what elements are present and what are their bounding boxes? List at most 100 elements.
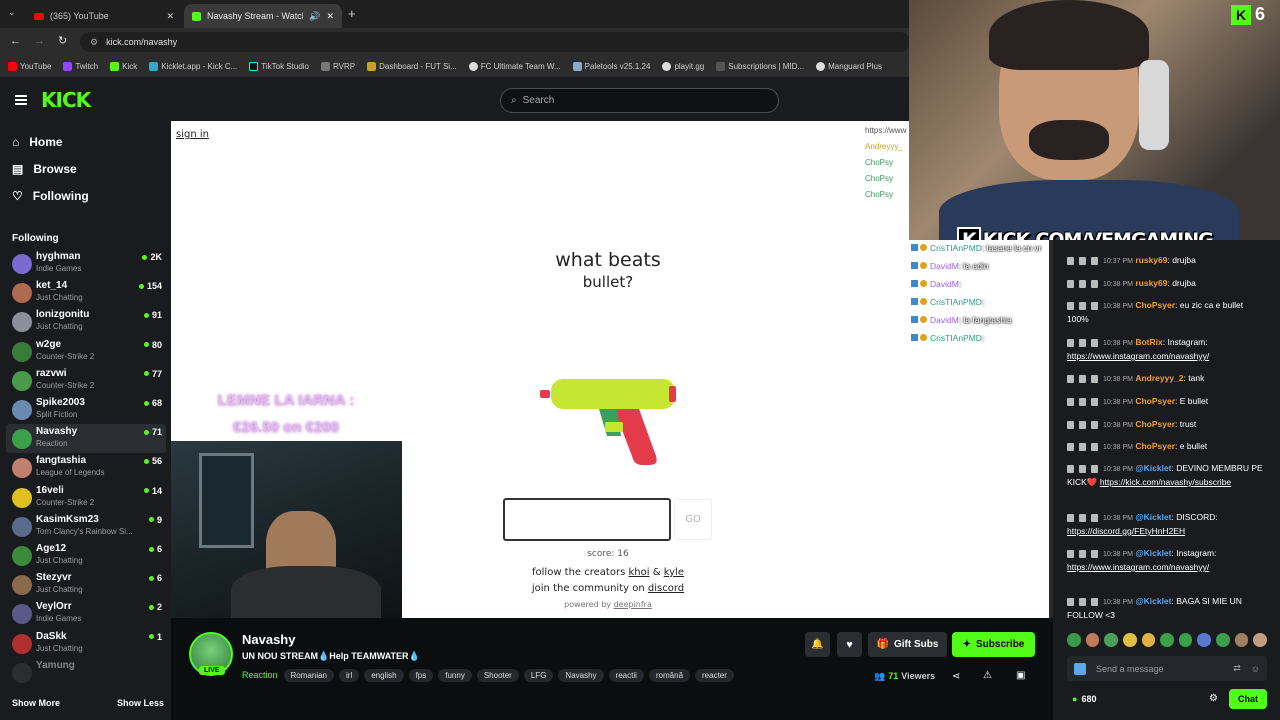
emote-icon[interactable] <box>1085 633 1100 647</box>
ban-icon[interactable] <box>1091 549 1098 558</box>
chat-user[interactable]: ChoPsyer <box>1135 300 1175 310</box>
timeout-icon[interactable] <box>1079 549 1086 558</box>
bookmark-youtube[interactable]: YouTube <box>8 62 51 71</box>
ban-icon[interactable] <box>1091 420 1098 429</box>
sidebar-channel[interactable]: razvwi Counter-Strike 2 77 <box>6 366 166 395</box>
bookmark-subscriptions[interactable]: Subscriptions | MID... <box>716 62 804 71</box>
settings-icon[interactable]: ⚙ <box>1209 693 1218 704</box>
answer-input[interactable] <box>503 498 671 541</box>
emote-icon[interactable] <box>1067 633 1081 647</box>
new-tab-button[interactable]: + <box>348 6 356 21</box>
delete-icon[interactable] <box>1067 442 1074 451</box>
chat-link[interactable]: https://www.instagram.com/navashyy/ <box>1067 351 1209 361</box>
sidebar-channel[interactable]: Navashy Reaction 71 <box>6 424 166 454</box>
chat-user[interactable]: rusky69 <box>1135 278 1167 288</box>
bookmark-paletools[interactable]: Paletools v25.1.24 <box>572 62 650 71</box>
ban-icon[interactable] <box>1091 256 1098 265</box>
sidebar-channel[interactable]: Age12 Just Chatting 6 <box>6 541 166 570</box>
delete-icon[interactable] <box>1067 279 1074 288</box>
follow-heart-button[interactable]: ♥ <box>837 632 862 657</box>
ban-icon[interactable] <box>1091 442 1098 451</box>
share-icon[interactable]: ⋖ <box>952 671 960 682</box>
tag-chip[interactable]: română <box>648 669 691 682</box>
ban-icon[interactable] <box>1091 301 1098 310</box>
tab-kick[interactable]: Navashy Stream - Watch Li 🔊 ✕ <box>184 4 342 28</box>
creator-khoi-link[interactable]: khoi <box>628 567 649 578</box>
nav-home[interactable]: ⌂ Home <box>12 135 63 149</box>
discord-link[interactable]: discord <box>648 583 684 594</box>
go-button[interactable]: GO <box>674 499 712 540</box>
ban-icon[interactable] <box>1091 374 1098 383</box>
tag-chip[interactable]: Shooter <box>476 669 519 682</box>
timeout-icon[interactable] <box>1079 464 1086 473</box>
tag-chip[interactable]: reactii <box>608 669 644 682</box>
emote-icon[interactable] <box>1178 633 1193 647</box>
delete-icon[interactable] <box>1067 549 1074 558</box>
emote-icon[interactable] <box>1197 633 1212 647</box>
timeout-icon[interactable] <box>1079 301 1086 310</box>
url-field[interactable]: ⚙ kick.com/navashy <box>80 32 910 52</box>
delete-icon[interactable] <box>1067 464 1074 473</box>
ban-icon[interactable] <box>1091 597 1098 606</box>
chat-message[interactable]: 10:38 PM @Kicklet: BAGA SI MIE UN FOLLOW… <box>1067 595 1267 622</box>
search-input[interactable]: ⌕ Search <box>500 88 779 113</box>
emote-icon[interactable] <box>1253 633 1268 647</box>
sidebar-channel[interactable]: lonizgonitu Just Chatting 91 <box>6 307 166 336</box>
tag-chip[interactable]: reacter <box>695 669 734 682</box>
nav-browse[interactable]: ▤ Browse <box>12 162 77 176</box>
deepinfra-link[interactable]: deepinfra <box>614 600 652 609</box>
sign-in-link[interactable]: sign in <box>176 129 209 140</box>
delete-icon[interactable] <box>1067 513 1074 522</box>
delete-icon[interactable] <box>1067 397 1074 406</box>
bookmark-fc[interactable]: FC Ultimate Team W... <box>468 62 561 71</box>
chat-user[interactable]: @Kicklet <box>1135 512 1171 522</box>
timeout-icon[interactable] <box>1079 513 1086 522</box>
bookmark-manguard[interactable]: Manguard Plus <box>816 62 882 71</box>
tag-chip[interactable]: Romanian <box>283 669 334 682</box>
back-icon[interactable]: ← <box>10 35 21 47</box>
tab-list-chevron-icon[interactable]: ⌄ <box>8 7 16 18</box>
tag-chip[interactable]: irl <box>339 669 360 682</box>
chat-message[interactable]: 10:38 PM ChoPsyer: trust <box>1067 418 1267 432</box>
sidebar-channel[interactable]: Yamung <box>6 658 166 687</box>
sidebar-channel[interactable]: ket_14 Just Chatting 154 <box>6 278 166 307</box>
bookmark-tiktok[interactable]: TikTok Studio <box>249 62 309 71</box>
sidebar-channel[interactable]: fangtashia League of Legends 56 <box>6 453 166 482</box>
ban-icon[interactable] <box>1091 279 1098 288</box>
show-more-button[interactable]: Show More <box>12 698 60 708</box>
sidebar-channel[interactable]: KasimKsm23 Tom Clancy's Rainbow Si... 9 <box>6 512 166 541</box>
kick-logo[interactable]: KICK <box>41 88 91 112</box>
emote-icon[interactable] <box>1216 633 1230 647</box>
sidebar-channel[interactable]: hyghman Indie Games 2K <box>6 249 166 278</box>
streamer-name[interactable]: Navashy <box>242 632 295 647</box>
speaker-icon[interactable]: 🔊 <box>309 11 320 22</box>
channel-points[interactable]: ● 680 <box>1072 694 1096 704</box>
tag-chip[interactable]: LFG <box>523 669 554 682</box>
subscribe-button[interactable]: ✦ Subscribe <box>952 632 1035 657</box>
sidebar-channel[interactable]: w2ge Counter-Strike 2 80 <box>6 337 166 366</box>
timeout-icon[interactable] <box>1079 374 1086 383</box>
ban-icon[interactable] <box>1091 513 1098 522</box>
chat-user[interactable]: @Kicklet <box>1135 548 1171 558</box>
chat-message[interactable]: 10:38 PM @Kicklet: DISCORD: https://disc… <box>1067 511 1267 538</box>
timeout-icon[interactable] <box>1079 442 1086 451</box>
timeout-icon[interactable] <box>1079 338 1086 347</box>
chat-link[interactable]: https://www.instagram.com/navashyy/ <box>1067 562 1209 572</box>
bookmark-kick[interactable]: Kick <box>110 62 137 71</box>
clip-icon[interactable]: ▣ <box>1016 670 1025 681</box>
timeout-icon[interactable] <box>1079 397 1086 406</box>
ban-icon[interactable] <box>1091 464 1098 473</box>
chat-message[interactable]: 10:37 PM rusky69: drujba <box>1067 254 1267 268</box>
emoji-icon[interactable]: ☺ <box>1251 664 1260 674</box>
site-info-icon[interactable]: ⚙ <box>90 37 98 48</box>
chat-message[interactable]: 10:38 PM @Kicklet: DEVINO MEMBRU PE KICK… <box>1067 462 1267 489</box>
translate-icon[interactable]: ⇄ <box>1233 663 1241 674</box>
reload-icon[interactable]: ↻ <box>58 34 67 47</box>
chat-user[interactable]: rusky69 <box>1135 255 1167 265</box>
chat-message[interactable]: 10:38 PM rusky69: drujba <box>1067 277 1267 291</box>
chat-message[interactable]: 10:38 PM ChoPsyer: e bullet <box>1067 440 1267 454</box>
close-icon[interactable]: ✕ <box>166 11 174 22</box>
chat-user[interactable]: ChoPsyer <box>1135 441 1175 451</box>
sidebar-channel[interactable]: DaSkk Just Chatting 1 <box>6 629 166 658</box>
close-icon[interactable]: ✕ <box>326 11 334 22</box>
